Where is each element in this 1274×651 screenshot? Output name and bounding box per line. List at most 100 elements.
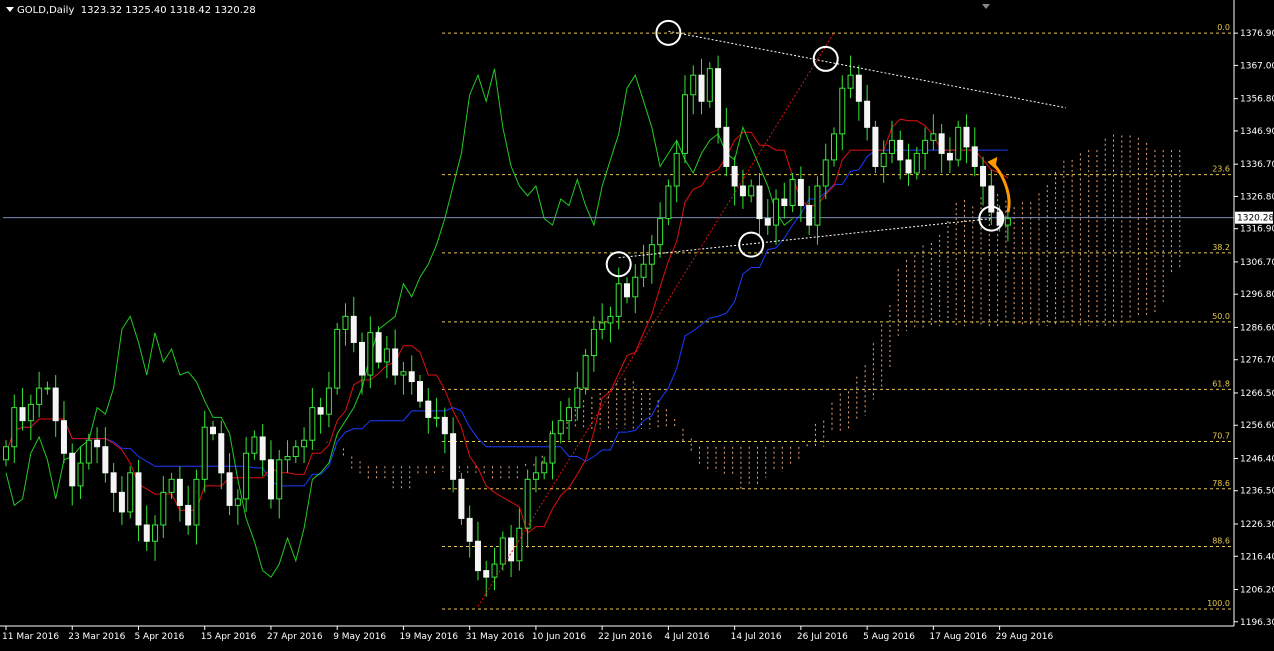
candle-body [698, 74, 705, 102]
symbol-label: GOLD,Daily [17, 5, 75, 16]
candle-body [176, 478, 183, 506]
candle-body [847, 74, 854, 89]
candle-body [19, 407, 26, 422]
x-tick-label: 22 Jun 2016 [598, 632, 652, 642]
candle-body [309, 407, 316, 441]
candle-body [491, 563, 498, 578]
fib-level-label: 88.6 [1212, 536, 1230, 545]
y-tick-label: 1356.80 [1240, 95, 1274, 105]
candle-body [806, 205, 813, 226]
candle-body [888, 139, 895, 154]
candle-body [301, 439, 308, 448]
candle-body [665, 185, 672, 220]
candle-body [152, 524, 159, 542]
candle-body [855, 74, 862, 102]
candle-body [748, 185, 755, 197]
candle-body [234, 498, 241, 506]
x-tick-label: 11 Mar 2016 [2, 632, 59, 642]
x-tick-label: 23 Mar 2016 [68, 632, 125, 642]
y-tick-label: 1367.00 [1240, 61, 1274, 71]
candle-body [566, 407, 573, 422]
candle-body [127, 472, 134, 513]
candle-body [532, 472, 539, 480]
x-tick-label: 5 Aug 2016 [863, 632, 915, 642]
fib-level-label: 70.7 [1212, 432, 1230, 441]
candle-body [756, 185, 763, 220]
x-tick-label: 15 Apr 2016 [201, 632, 257, 642]
candle [706, 62, 713, 108]
candle-body [864, 100, 871, 128]
candle-body [60, 420, 67, 454]
candle-body [897, 139, 904, 161]
candle-body [880, 152, 887, 167]
candle-body [11, 407, 18, 448]
fib-level-label: 23.6 [1212, 165, 1230, 174]
x-tick-label: 27 Apr 2016 [267, 632, 323, 642]
candle-body [259, 436, 266, 461]
candle-body [913, 152, 920, 174]
candle-body [44, 387, 51, 390]
y-tick-label: 1196.30 [1240, 618, 1274, 628]
candle-body [160, 491, 167, 526]
candle-body [267, 459, 274, 500]
y-tick-label: 1326.80 [1240, 192, 1274, 202]
y-tick-label: 1296.80 [1240, 290, 1274, 300]
candle-body [375, 332, 382, 363]
candle-body [27, 403, 34, 422]
y-tick-label: 1266.50 [1240, 389, 1274, 399]
fib-level-label: 0.0 [1217, 23, 1230, 32]
x-tick-label: 10 Jun 2016 [532, 632, 586, 642]
candle-body [466, 517, 473, 542]
fib-level-label: 61.8 [1212, 379, 1230, 388]
candle-body [508, 537, 515, 562]
candle-body [474, 540, 481, 572]
y-tick-label: 1306.70 [1240, 258, 1274, 268]
candle-body [499, 537, 506, 565]
candle-body [872, 126, 879, 167]
current-price-label: 1320.28 [1237, 214, 1274, 224]
x-tick-label: 5 Apr 2016 [134, 632, 184, 642]
candle-body [36, 387, 43, 405]
candle-body [77, 462, 84, 487]
candle-body [334, 328, 341, 389]
chart-root[interactable]: GOLD,Daily 1323.32 1325.40 1318.42 1320.… [0, 0, 1274, 647]
collapse-triangle-icon[interactable] [6, 7, 14, 12]
candle-body [218, 433, 225, 474]
candle-body [3, 446, 9, 461]
y-tick-label: 1346.90 [1240, 127, 1274, 137]
candle-body [193, 478, 200, 526]
candle-body [226, 472, 233, 506]
candle-body [102, 446, 109, 474]
candle-body [516, 527, 523, 562]
candle-body [408, 371, 415, 383]
x-tick-label: 29 Aug 2016 [996, 632, 1054, 642]
y-tick-label: 1316.90 [1240, 225, 1274, 235]
candle-body [607, 315, 614, 324]
y-tick-label: 1376.90 [1240, 29, 1274, 39]
candle-body [731, 165, 738, 187]
x-tick-label: 14 Jul 2016 [731, 632, 782, 642]
candle-body [590, 328, 597, 356]
x-tick-label: 9 May 2016 [333, 632, 386, 642]
candle-body [930, 133, 937, 141]
candle-body [946, 152, 953, 161]
candle-body [831, 133, 837, 161]
y-tick-label: 1236.50 [1240, 487, 1274, 497]
candle-body [715, 68, 722, 128]
price-chart[interactable]: 0.0 23.6 38.2 50.0 61.8 70.7 78.6 88.6 100.0 137… [0, 0, 1274, 647]
fib-level-label: 50.0 [1212, 312, 1230, 321]
candle-body [284, 456, 291, 461]
candle-body [905, 159, 912, 174]
candle-body [85, 439, 92, 464]
y-tick-label: 1216.40 [1240, 552, 1274, 562]
fib-level-label: 100.0 [1207, 599, 1230, 608]
candle-body [342, 315, 349, 330]
candle-body [988, 185, 995, 213]
candle-body [292, 446, 299, 458]
candle [375, 326, 382, 369]
candle-body [118, 491, 125, 513]
candle-body [764, 218, 771, 226]
y-tick-label: 1246.40 [1240, 454, 1274, 464]
candle-body [938, 133, 945, 154]
candle [582, 348, 589, 395]
